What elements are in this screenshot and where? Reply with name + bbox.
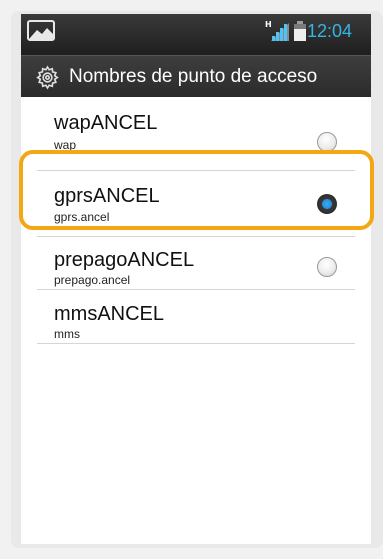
page-title: Nombres de punto de acceso <box>69 66 318 87</box>
apn-value: wap <box>54 138 77 152</box>
divider <box>37 343 355 344</box>
apn-value: prepago.ancel <box>54 273 131 287</box>
network-type-label: H <box>265 20 272 29</box>
phone-screen: H 12:04 Nombres de punto de acceso wapAN… <box>21 14 383 544</box>
radio-button-wapancel[interactable] <box>317 132 337 152</box>
apn-value: gprs.ancel <box>54 210 110 224</box>
title-bar: Nombres de punto de acceso <box>21 55 371 97</box>
apn-name: gprsANCEL <box>54 185 160 207</box>
apn-list: wapANCEL wap gprsANCEL gprs.ancel prepag… <box>21 97 371 544</box>
apn-name: wapANCEL <box>54 112 158 134</box>
list-item-gprsancel[interactable]: gprsANCEL gprs.ancel <box>21 171 371 239</box>
apn-value: mms <box>54 327 80 341</box>
apn-name: mmsANCEL <box>54 303 165 325</box>
radio-button-prepagoancel[interactable] <box>317 257 337 277</box>
settings-gear-icon[interactable] <box>35 65 60 90</box>
radio-button-gprsancel[interactable] <box>317 194 337 214</box>
image-notification-icon <box>27 20 55 41</box>
list-item-mmsancel[interactable]: mmsANCEL mms <box>21 290 371 358</box>
status-clock: 12:04 <box>307 21 353 41</box>
status-bar: H 12:04 <box>21 14 371 55</box>
apn-name: prepagoANCEL <box>54 249 195 271</box>
list-item-wapancel[interactable]: wapANCEL wap <box>21 97 371 165</box>
